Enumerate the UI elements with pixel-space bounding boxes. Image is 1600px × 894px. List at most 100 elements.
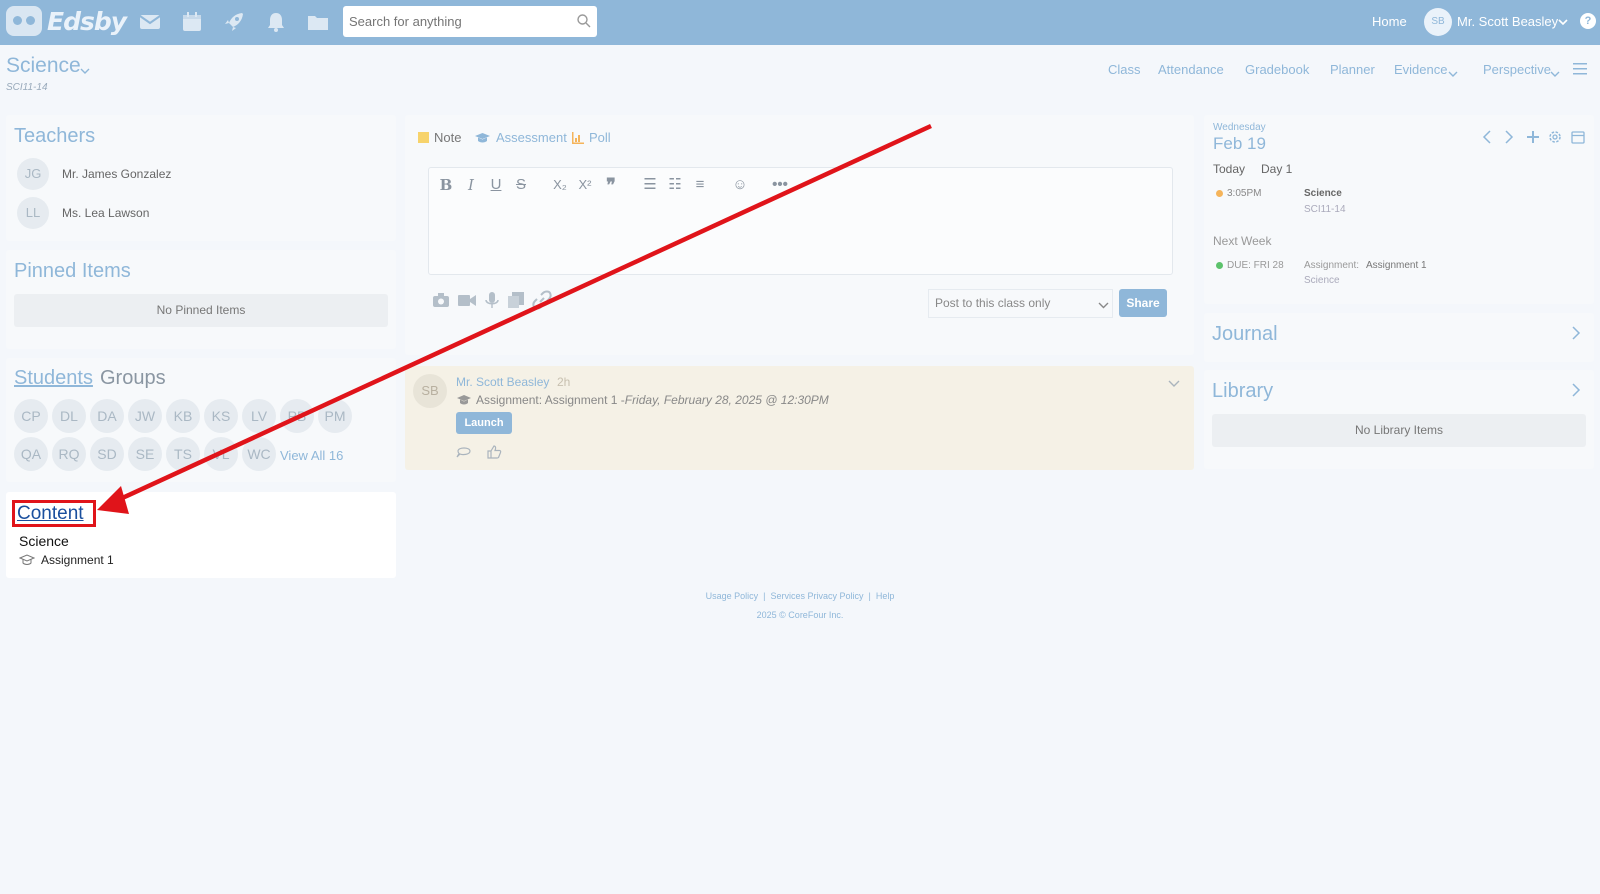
feed-author-link[interactable]: Mr. Scott Beasley <box>456 375 549 389</box>
comment-icon[interactable] <box>456 444 472 460</box>
footer-links: Usage Policy | Services Privacy Policy |… <box>0 591 1600 601</box>
gear-icon[interactable] <box>1547 129 1563 145</box>
subscript-button[interactable]: X₂ <box>551 176 569 194</box>
due-title[interactable]: Assignment 1 <box>1366 260 1427 271</box>
calendar-icon[interactable] <box>1570 129 1586 145</box>
mail-icon[interactable] <box>138 10 162 34</box>
privacy-policy-link[interactable]: Services Privacy Policy <box>770 591 863 601</box>
usage-policy-link[interactable]: Usage Policy <box>706 591 759 601</box>
post-type-note[interactable]: Note <box>418 130 461 145</box>
folder-icon[interactable] <box>306 10 330 34</box>
video-icon[interactable] <box>457 290 477 310</box>
italic-button[interactable]: I <box>462 176 480 194</box>
more-options-icon[interactable]: ••• <box>771 176 789 194</box>
content-course[interactable]: Science <box>19 533 69 549</box>
student-avatar[interactable]: KB <box>166 399 200 433</box>
help-icon[interactable]: ? <box>1580 13 1596 29</box>
tab-gradebook[interactable]: Gradebook <box>1245 62 1309 77</box>
student-avatar[interactable]: WC <box>242 437 276 471</box>
search-icon[interactable] <box>576 13 592 29</box>
copy-icon[interactable] <box>506 290 526 310</box>
tab-perspective[interactable]: Perspective <box>1483 62 1551 77</box>
chevron-left-icon[interactable] <box>1480 129 1496 145</box>
superscript-button[interactable]: X² <box>576 176 594 194</box>
student-avatar[interactable]: RQ <box>52 437 86 471</box>
post-editor[interactable] <box>428 167 1173 275</box>
view-all-students-link[interactable]: View All 16 <box>280 448 343 463</box>
search-input[interactable] <box>343 6 597 37</box>
help-link[interactable]: Help <box>876 591 895 601</box>
numbered-list-button[interactable]: ☷ <box>666 176 684 194</box>
footer-separator: | <box>868 591 871 601</box>
tab-attendance[interactable]: Attendance <box>1158 62 1224 77</box>
link-icon[interactable] <box>532 290 552 310</box>
footer-separator: | <box>763 591 766 601</box>
student-avatar[interactable]: SD <box>90 437 124 471</box>
chevron-down-icon[interactable] <box>1098 298 1109 309</box>
content-link[interactable]: Content <box>12 500 96 527</box>
evidence-chevron-down-icon[interactable] <box>1448 66 1458 77</box>
user-menu[interactable]: Mr. Scott Beasley <box>1457 14 1558 29</box>
student-avatar[interactable]: PM <box>318 399 352 433</box>
student-avatar[interactable]: JW <box>128 399 162 433</box>
student-avatar[interactable]: PB <box>280 399 314 433</box>
like-icon[interactable] <box>486 444 502 460</box>
teacher-name[interactable]: Mr. James Gonzalez <box>62 167 171 181</box>
student-avatar[interactable]: KS <box>204 399 238 433</box>
student-avatar[interactable]: SE <box>128 437 162 471</box>
rocket-icon[interactable] <box>222 10 246 34</box>
student-avatar[interactable]: TS <box>166 437 200 471</box>
underline-button[interactable]: U <box>487 176 505 194</box>
bell-icon[interactable] <box>264 10 288 34</box>
poll-icon <box>572 131 584 144</box>
quote-button[interactable]: ❞ <box>602 176 620 194</box>
audience-select[interactable]: Post to this class only <box>928 289 1113 318</box>
chevron-right-icon[interactable] <box>1500 129 1516 145</box>
strikethrough-button[interactable]: S <box>512 176 530 194</box>
poll-label: Poll <box>589 130 611 145</box>
student-avatar[interactable]: LV <box>242 399 276 433</box>
student-avatar[interactable]: DA <box>90 399 124 433</box>
calendar-date: Feb 19 <box>1213 134 1266 153</box>
event-title[interactable]: Science <box>1304 188 1342 199</box>
edsby-logo[interactable]: Edsby <box>6 6 127 36</box>
bold-button[interactable]: B <box>437 176 455 194</box>
groups-link[interactable]: Groups <box>100 367 166 390</box>
calendar-weekday: Wednesday <box>1213 122 1266 133</box>
chevron-right-icon[interactable] <box>1569 383 1583 397</box>
add-icon[interactable] <box>1525 129 1541 145</box>
launch-button[interactable]: Launch <box>456 412 512 434</box>
chevron-down-icon[interactable] <box>1168 377 1180 389</box>
camera-icon[interactable] <box>431 290 451 310</box>
menu-icon[interactable] <box>1573 62 1587 75</box>
home-link[interactable]: Home <box>1372 14 1407 29</box>
post-type-assessment[interactable]: Assessment <box>474 130 567 145</box>
avatar[interactable]: SB <box>413 374 447 408</box>
content-item[interactable]: Assignment 1 <box>18 553 114 567</box>
student-avatar[interactable]: VL <box>204 437 238 471</box>
bullet-list-button[interactable]: ☰ <box>641 176 659 194</box>
microphone-icon[interactable] <box>482 290 502 310</box>
student-avatar[interactable]: DL <box>52 399 86 433</box>
teacher-name[interactable]: Ms. Lea Lawson <box>62 206 149 220</box>
calendar-icon[interactable] <box>180 10 204 34</box>
share-button[interactable]: Share <box>1119 289 1167 317</box>
tab-class[interactable]: Class <box>1108 62 1141 77</box>
emoji-icon[interactable]: ☺ <box>731 176 749 194</box>
user-avatar[interactable]: SB <box>1424 8 1452 36</box>
course-title[interactable]: Science <box>6 54 81 78</box>
due-label: DUE: FRI 28 <box>1227 260 1284 271</box>
journal-title[interactable]: Journal <box>1212 323 1278 346</box>
library-title[interactable]: Library <box>1212 380 1273 403</box>
post-type-poll[interactable]: Poll <box>572 130 611 145</box>
tab-planner[interactable]: Planner <box>1330 62 1375 77</box>
course-chevron-down-icon[interactable] <box>80 63 90 74</box>
students-link[interactable]: Students <box>14 367 93 390</box>
chevron-down-icon[interactable] <box>1557 15 1569 27</box>
tab-evidence[interactable]: Evidence <box>1394 62 1447 77</box>
student-avatar[interactable]: QA <box>14 437 48 471</box>
student-avatar[interactable]: CP <box>14 399 48 433</box>
checklist-button[interactable]: ≡ <box>691 176 709 194</box>
chevron-right-icon[interactable] <box>1569 326 1583 340</box>
perspective-chevron-down-icon[interactable] <box>1550 66 1560 77</box>
